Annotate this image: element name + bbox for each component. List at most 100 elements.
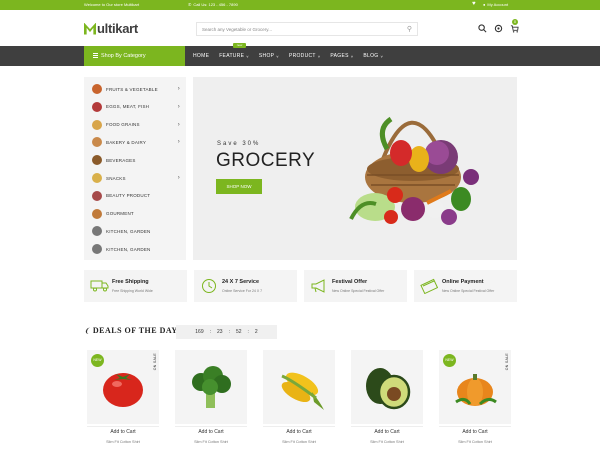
product-name[interactable]: Slim Fit Cotton Shirt [87, 440, 159, 444]
sidebar-item-label: FRUITS & VEGETABLE [106, 86, 158, 92]
category-thumbnail [92, 190, 102, 201]
sidebar-item[interactable]: BEVERAGES [92, 152, 186, 168]
timer-separator: : [247, 329, 249, 335]
logo[interactable]: ultikart [84, 21, 138, 36]
heart-icon[interactable]: ♥ [472, 1, 476, 7]
category-thumbnail [92, 101, 102, 112]
hero-save-text: Save 30% [217, 141, 261, 147]
category-thumbnail [92, 208, 102, 219]
category-thumbnail [92, 155, 102, 166]
nav-item-feature[interactable]: FEATURE ˅ [219, 53, 249, 59]
welcome-text: Welcome to Our store Multikart [84, 2, 140, 7]
feature-subtitle: New Online Special Festival Offer [332, 289, 385, 293]
grocery-basket-image [349, 116, 479, 225]
timer-separator: : [209, 329, 212, 335]
search-icon[interactable]: ⚲ [407, 25, 412, 33]
nav-item-blog[interactable]: BLOG ˅ [363, 53, 383, 59]
nav-item-home[interactable]: HOME [193, 53, 209, 59]
product-image[interactable] [175, 350, 247, 424]
bolt-icon: ❨ [84, 327, 90, 335]
category-thumbnail [92, 244, 102, 255]
sidebar-item[interactable]: SNACKS › [92, 170, 186, 186]
timer-separator: : [228, 329, 230, 335]
cart-count-badge: 0 [512, 19, 518, 25]
chevron-down-icon: ˅ [276, 53, 279, 59]
sidebar-item-label: BEAUTY PRODUCT [106, 193, 151, 199]
nav-item-label: PAGES [330, 53, 349, 59]
search-input[interactable]: Search any Vegetable or Grocery... ⚲ [196, 22, 418, 36]
sidebar-item[interactable]: FOOD GRAINS › [92, 117, 186, 133]
product-name[interactable]: Slim Fit Cotton Shirt [263, 440, 335, 444]
product-card[interactable]: Add to Cart Slim Fit Cotton Shirt [175, 350, 247, 450]
shop-now-button[interactable]: SHOP NOW [216, 179, 262, 194]
nav-item-label: FEATURE [219, 53, 245, 59]
product-card[interactable]: Add to Cart Slim Fit Cotton Shirt [351, 350, 423, 450]
product-image[interactable] [263, 350, 335, 424]
search-icon[interactable] [478, 24, 487, 35]
chevron-right-icon: › [177, 121, 180, 128]
shop-by-category-button[interactable]: Shop By Category [84, 46, 185, 66]
call-info: ✆ Call Us: 123 - 456 - 7890 [188, 2, 238, 7]
product-name[interactable]: Slim Fit Cotton Shirt [439, 440, 511, 444]
product-name[interactable]: Slim Fit Cotton Shirt [175, 440, 247, 444]
category-sidebar: FRUITS & VEGETABLE › EGGS, MEAT, FISH › FOOD… [84, 77, 186, 260]
sidebar-item[interactable]: EGGS, MEAT, FISH › [92, 99, 186, 115]
add-to-cart-button[interactable]: Add to Cart [351, 426, 423, 437]
header: ultikart Search any Vegetable or Grocery… [0, 10, 600, 46]
feature-title: Online Payment [442, 279, 484, 285]
sidebar-item-label: BEVERAGES [106, 157, 136, 163]
product-card[interactable]: NEW ON SALE Add to Cart Slim Fit Cotton Shi… [439, 350, 511, 450]
on-sale-label: ON SALE [505, 353, 509, 371]
hero-banner: Save 30% GROCERY SHOP NOW [193, 77, 517, 260]
main-nav: Shop By Category HOME FEATURE ˅ SHOP ˅ PRODUC… [0, 46, 600, 66]
category-thumbnail [92, 137, 102, 148]
product-image[interactable]: NEW ON SALE [87, 350, 159, 424]
product-name[interactable]: Slim Fit Cotton Shirt [351, 440, 423, 444]
my-account-link[interactable]: ● My Account [483, 2, 508, 7]
on-sale-label: ON SALE [153, 353, 157, 371]
chevron-right-icon: › [177, 86, 180, 92]
timer-value: 169 [195, 329, 204, 335]
sidebar-item[interactable]: KITCHEN, GARDEN [92, 223, 186, 239]
add-to-cart-button[interactable]: Add to Cart [87, 426, 159, 437]
nav-item-label: BLOG [363, 53, 379, 59]
chevron-right-icon: › [177, 139, 180, 146]
sidebar-item[interactable]: GOURMENT [92, 206, 186, 222]
sidebar-item-label: FOOD GRAINS [106, 122, 140, 128]
cart-icon[interactable] [510, 24, 519, 35]
header-icons [478, 24, 519, 35]
add-to-cart-button[interactable]: Add to Cart [263, 426, 335, 437]
product-card[interactable]: Add to Cart Slim Fit Cotton Shirt [263, 350, 335, 450]
broccoli-image [175, 350, 247, 424]
deal-timer: 169:23:52:2 [176, 325, 277, 339]
add-to-cart-button[interactable]: Add to Cart [439, 426, 511, 437]
card-icon [420, 278, 440, 295]
sidebar-item[interactable]: BAKERY & DAIRY › [92, 134, 186, 150]
product-image[interactable] [351, 350, 423, 424]
feature-title: Festival Offer [332, 279, 368, 285]
my-account-label: My Account [487, 2, 509, 7]
add-to-cart-button[interactable]: Add to Cart [175, 426, 247, 437]
nav-item-product[interactable]: PRODUCT ˅ [289, 53, 320, 59]
avocado-image [351, 350, 423, 424]
sidebar-item[interactable]: BEAUTY PRODUCT [92, 188, 186, 204]
product-card[interactable]: NEW ON SALE Add to Cart Slim Fit Cotton Shi… [87, 350, 159, 450]
logo-mark [84, 22, 96, 35]
nav-item-pages[interactable]: PAGES ˅ [330, 53, 353, 59]
sidebar-item[interactable]: KITCHEN, GARDEN [92, 241, 186, 257]
product-image[interactable]: NEW ON SALE [439, 350, 511, 424]
sidebar-item[interactable]: FRUITS & VEGETABLE › [92, 81, 186, 97]
user-icon: ● [483, 2, 486, 7]
feature-card: Free Shipping Free Shipping World Wide [84, 270, 187, 302]
deals-title: DEALS OF THE DAY [92, 326, 178, 335]
settings-icon[interactable] [494, 24, 503, 35]
chevron-down-icon: ˅ [317, 53, 321, 59]
call-text: Call Us: 123 - 456 - 7890 [193, 2, 238, 7]
sidebar-item-label: KITCHEN, GARDEN [106, 246, 151, 252]
category-thumbnail [92, 226, 102, 237]
chevron-down-icon: ˅ [350, 53, 354, 59]
chevron-down-icon: ˅ [246, 53, 249, 59]
megaphone-icon [310, 278, 330, 294]
nav-item-shop[interactable]: SHOP ˅ [259, 53, 279, 59]
phone-icon: ✆ [188, 2, 192, 7]
